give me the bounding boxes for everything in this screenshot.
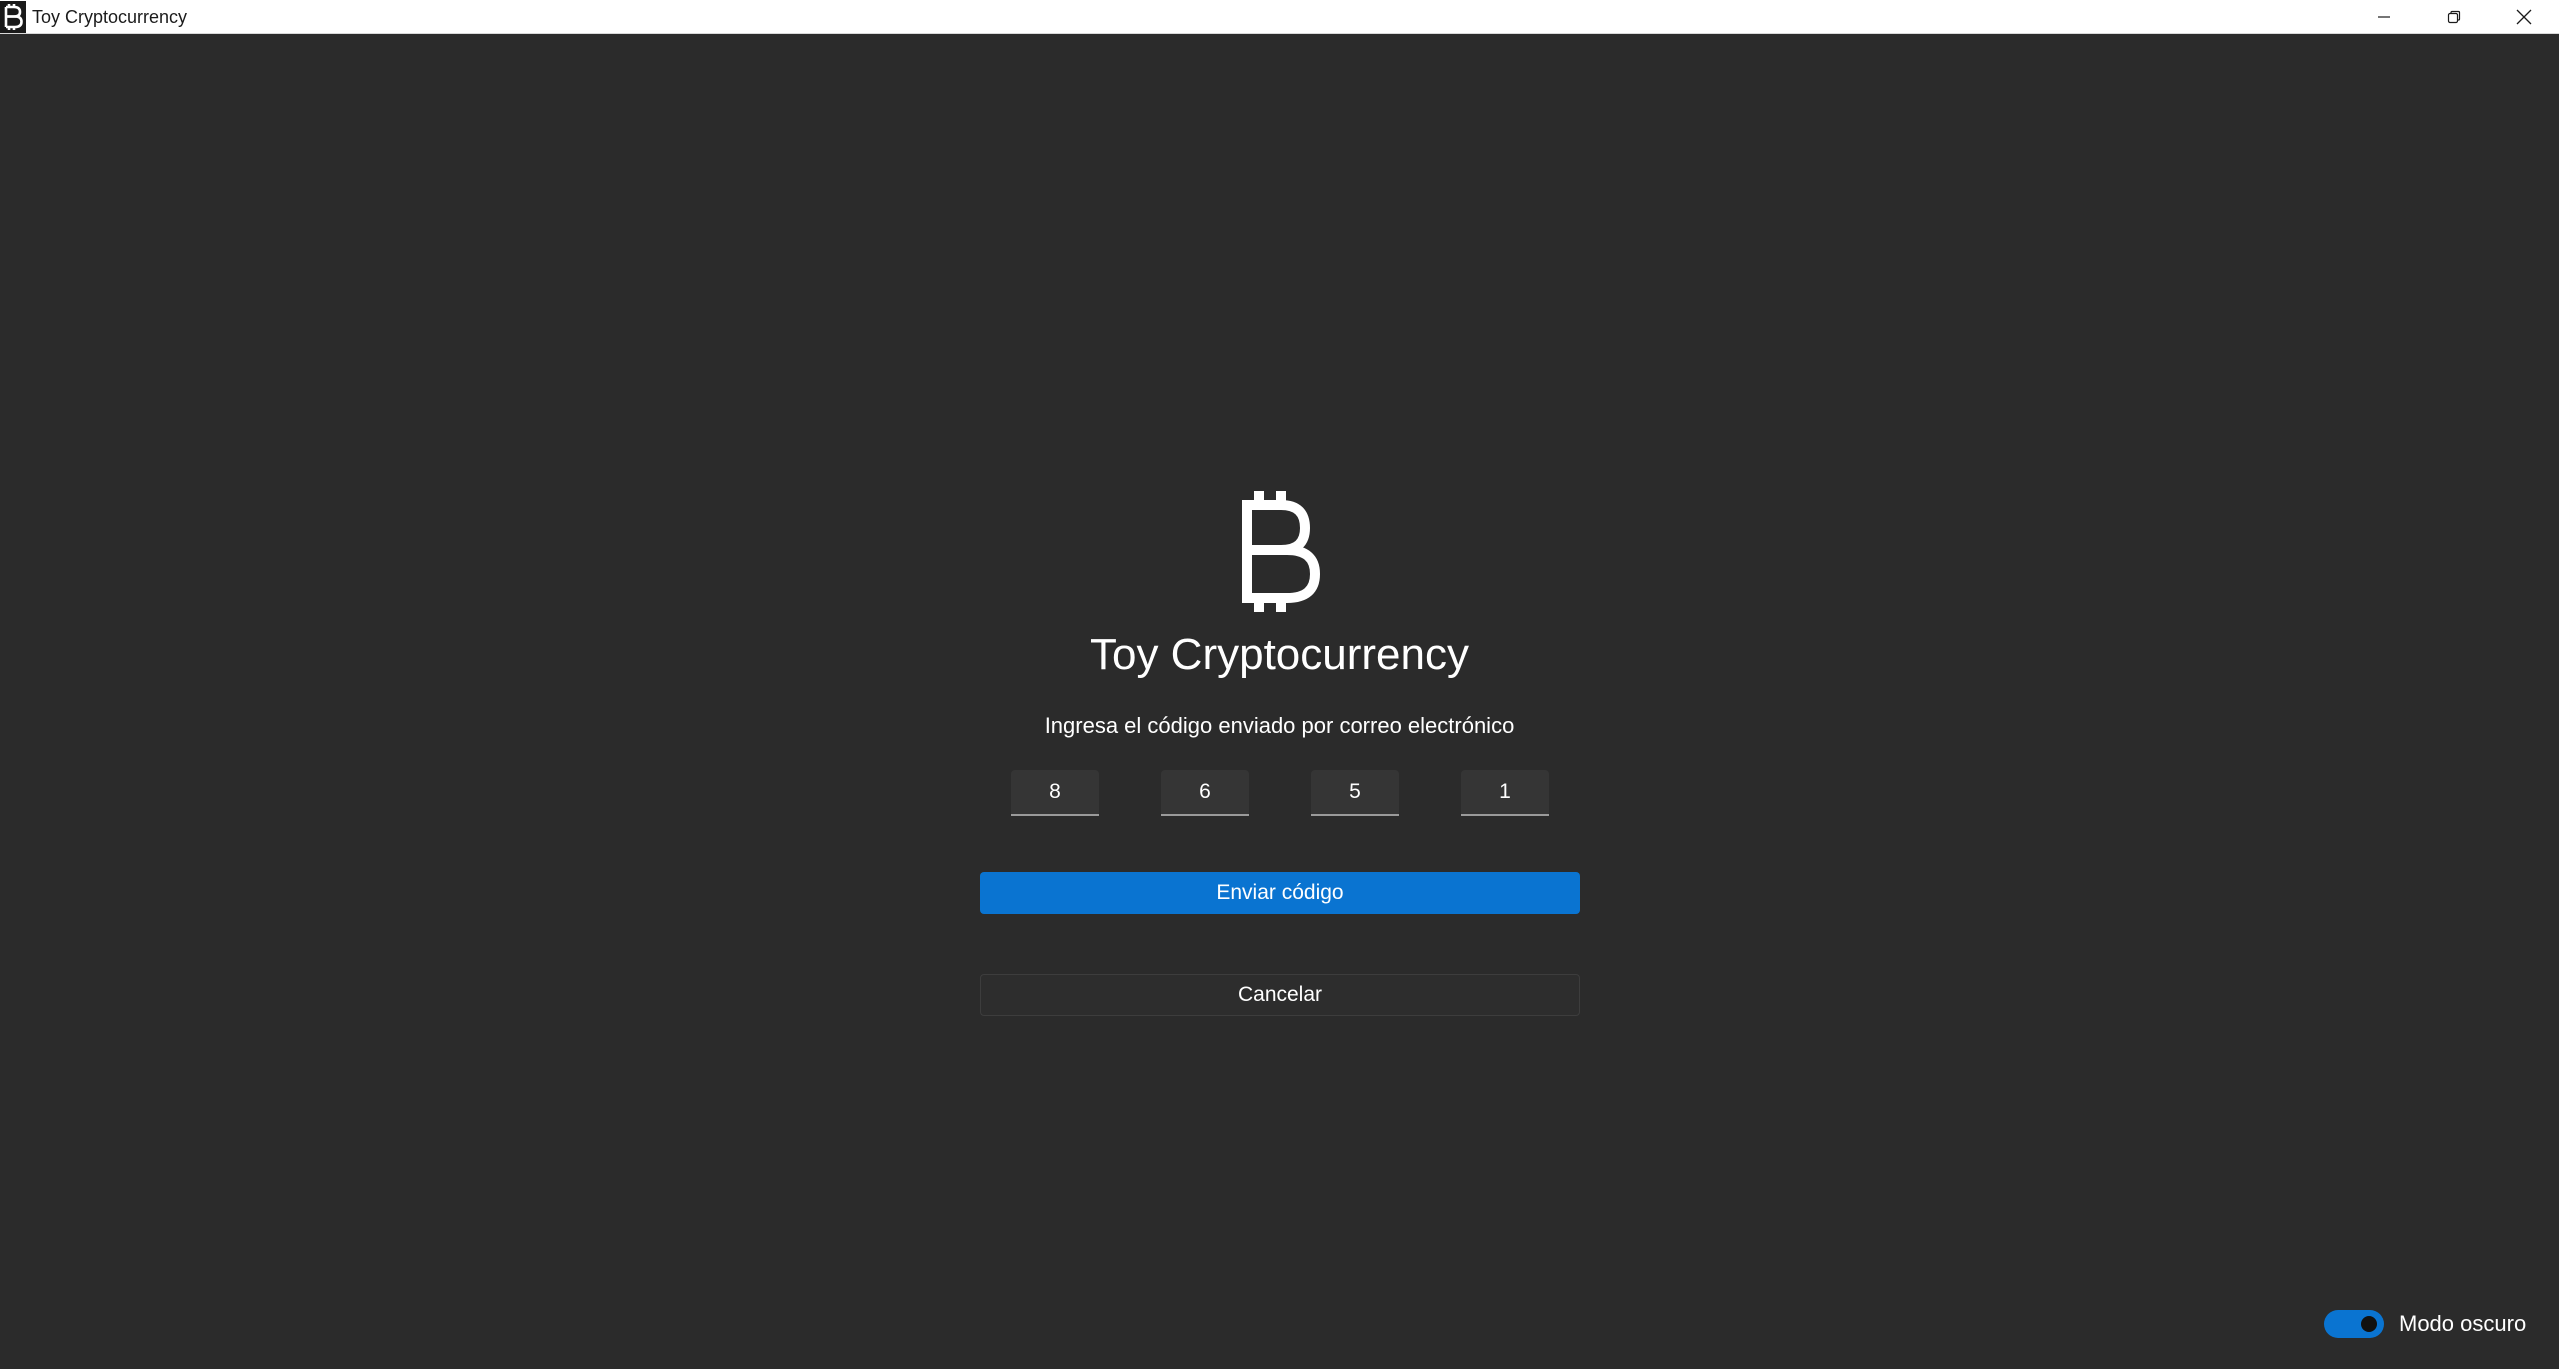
dark-mode-toggle[interactable] <box>2324 1310 2384 1338</box>
code-digit-2-input[interactable] <box>1161 770 1249 816</box>
minimize-icon <box>2378 16 2390 18</box>
code-prompt: Ingresa el código enviado por correo ele… <box>1044 713 1515 738</box>
restore-icon <box>2447 10 2461 24</box>
dark-mode-label: Modo oscuro <box>2399 1311 2527 1336</box>
main-content: Toy Cryptocurrency Ingresa el código env… <box>0 34 2559 1369</box>
bitcoin-icon <box>1235 489 1323 614</box>
send-code-button[interactable]: Enviar código <box>980 872 1580 914</box>
title-bar: Toy Cryptocurrency <box>0 0 2559 34</box>
app-name-heading: Toy Cryptocurrency <box>1089 630 1469 679</box>
code-digit-4-input[interactable] <box>1461 770 1549 816</box>
code-digit-1-input[interactable] <box>1011 770 1099 816</box>
app-bitcoin-icon <box>0 1 26 33</box>
cancel-button[interactable]: Cancelar <box>980 974 1580 1016</box>
code-digit-3-input[interactable] <box>1311 770 1399 816</box>
close-button[interactable] <box>2489 0 2559 34</box>
close-icon <box>2516 9 2532 25</box>
minimize-button[interactable] <box>2349 0 2419 34</box>
toggle-knob <box>2361 1316 2377 1332</box>
restore-button[interactable] <box>2419 0 2489 34</box>
window-title: Toy Cryptocurrency <box>32 7 188 27</box>
